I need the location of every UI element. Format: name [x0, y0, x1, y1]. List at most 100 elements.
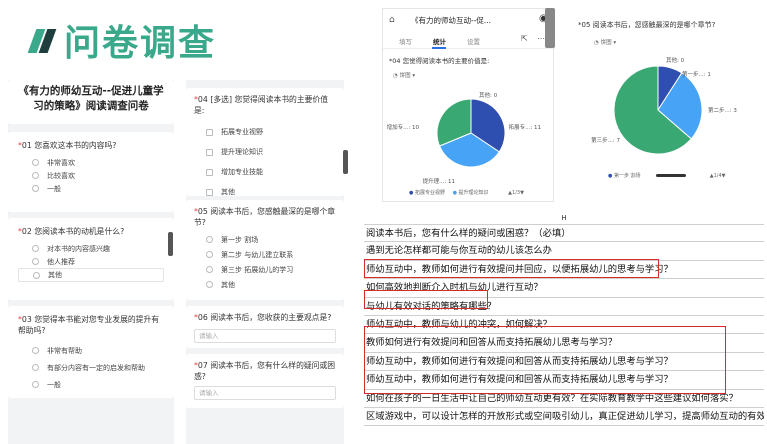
q2-option-1[interactable]: 对本书的内容感兴趣 [18, 242, 164, 255]
pie-label: 其他: 0 [479, 91, 498, 99]
question-7-card: *07 阅读本书后，您有什么样的疑问或困惑? 请输入 [186, 354, 344, 408]
phone1-title: 《有力的师幼互动--促... [411, 16, 492, 25]
home-icon[interactable]: ⌂ [389, 15, 395, 25]
question-3-title: *03 您觉得本书能对您专业发展的提升有帮助吗? [18, 315, 160, 335]
question-4-card: *04 [多选] 您觉得阅读本书的主要价值是: 拓展专业视野 提升理论知识 增加… [186, 88, 344, 196]
phone2-chart-type[interactable]: ◔ 饼图 ▾ [594, 38, 616, 46]
phone1-pager[interactable]: ▲1/3▼ [508, 190, 524, 196]
radio-icon [206, 281, 213, 288]
triangle-down-icon: ▼ [520, 190, 524, 196]
question-2-title: *02 您阅读本书的动机是什么? [18, 227, 125, 236]
pie-chart-q5: 第一步...: 1 第二步...: 3 第三步...: 7 其他: 0 [591, 56, 737, 155]
pie-label: 第一步...: 1 [682, 70, 711, 78]
q2-option-2[interactable]: 他人推荐 [18, 255, 164, 268]
q4-option-3[interactable]: 增加专业技能 [206, 162, 336, 182]
table-row: 区域游戏中，可以设计怎样的开放形式或空间吸引幼儿，真正促进幼儿学习，提高师幼互动… [364, 408, 764, 427]
q3-option-1[interactable]: 非常有帮助 [32, 342, 164, 359]
pie-label: 拓展专...: 11 [509, 123, 541, 131]
q4-option-1[interactable]: 拓展专业视野 [206, 122, 336, 142]
q3-option-3[interactable]: 一般 [32, 376, 164, 393]
radio-icon [32, 364, 39, 371]
pie-chart-q4: 拓展专...: 11 提升理...: 11 增加专...: 10 其他: 0 [387, 91, 541, 185]
phone1-chart-type[interactable]: ◔ 饼图 ▾ [393, 71, 415, 79]
legend-dot-icon: ● [409, 190, 414, 196]
legend-dot-icon: ● [452, 190, 457, 196]
pie-label: 增加专...: 10 [387, 123, 420, 131]
survey-title: 《有力的师幼互动--促进儿童学习的策略》阅读调查问卷 [18, 85, 164, 112]
radio-icon [206, 236, 213, 243]
page-title: 问卷调查 [64, 23, 217, 64]
phone2-question: *05 阅读本书后，您感触最深的是哪个章节? [578, 21, 716, 29]
slide-title: 问卷调查 [27, 14, 217, 66]
question-6-title: *06 阅读本书后，您收获的主要观点是? [194, 313, 332, 322]
pie-label: 其他: 0 [666, 56, 685, 64]
chevron-down-icon: ▾ [412, 73, 416, 79]
column-header: H [561, 214, 567, 222]
survey-column-left: 《有力的师幼互动--促进儿童学习的策略》阅读调查问卷 *01 您喜欢这本书的内容… [8, 80, 174, 444]
question-7-title: *07 阅读本书后，您有什么样的疑问或困惑? [194, 361, 336, 381]
q3-option-2[interactable]: 有部分内容有一定的启发和帮助 [32, 359, 164, 376]
pie-label: 提升理...: 11 [423, 177, 455, 185]
question-6-card: *06 阅读本书后，您收获的主要观点是? 请输入 [186, 306, 344, 348]
question-4-title: *04 [多选] 您觉得阅读本书的主要价值是: [194, 95, 329, 115]
right-drag-handle[interactable] [343, 150, 348, 174]
survey-column-right: *04 [多选] 您觉得阅读本书的主要价值是: 拓展专业视野 提升理论知识 增加… [186, 80, 344, 444]
tab-fill[interactable]: 填写 [399, 36, 412, 46]
phone1-tabbar: 填写 统计 设置 ⇱ ⋯ [383, 31, 555, 49]
q5-option-4[interactable]: 其他 [206, 277, 336, 292]
chevron-down-icon: ▾ [613, 40, 617, 46]
q2-option-3[interactable]: 其他 [18, 268, 164, 282]
radio-icon [32, 347, 39, 354]
q6-input[interactable]: 请输入 [194, 329, 336, 343]
question-5-title: *05 阅读本书后，您感触最深的是哪个章节? [194, 207, 336, 227]
stats-phone-screenshot-1: ⌂ 《有力的师幼互动--促... ◉ 填写 统计 设置 ⇱ ⋯ *04 您觉得阅… [382, 8, 555, 202]
radio-icon [206, 251, 213, 258]
q1-option-2[interactable]: 比较喜欢 [32, 169, 164, 182]
q5-option-1[interactable]: 第一步 割场 [206, 232, 336, 247]
pie-label: 第二步...: 3 [708, 106, 737, 114]
question-3-card: *03 您觉得本书能对您专业发展的提升有帮助吗? 非常有帮助 有部分内容有一定的… [8, 306, 174, 398]
radio-icon [32, 185, 39, 192]
chart-type-icon: ◔ [393, 73, 398, 79]
question-2-card: *02 您阅读本书的动机是什么? 对本书的内容感兴趣 他人推荐 其他 [8, 218, 174, 300]
table-row: 阅读本书后，您有什么样的疑问或困惑？（必填） [364, 224, 764, 243]
question-5-card: *05 阅读本书后，您感触最深的是哪个章节? 第一步 割场 第二步 与幼儿建立联… [186, 200, 344, 300]
q7-input[interactable]: 请输入 [194, 386, 336, 400]
left-drag-handle[interactable] [168, 232, 173, 256]
radio-icon [32, 381, 39, 388]
tab-stats[interactable]: 统计 [433, 36, 446, 46]
chart-type-icon: ◔ [594, 40, 599, 46]
highlight-box-1 [364, 259, 659, 278]
share-icon[interactable]: ⇱ [521, 34, 528, 43]
more-icon[interactable]: ⋯ [537, 34, 545, 43]
home-indicator [656, 174, 687, 177]
q1-option-1[interactable]: 非常喜欢 [32, 156, 164, 169]
q1-option-3[interactable]: 一般 [32, 182, 164, 195]
checkbox-icon [206, 168, 213, 176]
question-1-card: *01 您喜欢这本书的内容吗? 非常喜欢 比较喜欢 一般 [8, 132, 174, 212]
active-tab-indicator [432, 47, 446, 49]
title-logo-icon [27, 25, 58, 55]
checkbox-icon [206, 128, 213, 136]
radio-icon [206, 266, 213, 273]
question-1-title: *01 您喜欢这本书的内容吗? [18, 141, 117, 150]
tab-settings[interactable]: 设置 [467, 36, 480, 46]
q5-option-2[interactable]: 第二步 与幼儿建立联系 [206, 247, 336, 262]
highlight-box-2 [364, 290, 488, 309]
slide: 问卷调查 《有力的师幼互动--促进儿童学习的策略》阅读调查问卷 *01 您喜欢这… [0, 0, 767, 444]
triangle-down-icon: ▼ [721, 173, 726, 179]
radio-icon [32, 172, 39, 179]
phone1-scroll-handle[interactable] [545, 8, 555, 48]
radio-icon [32, 159, 39, 166]
phone1-question: *04 您觉得阅读本书的主要价值是: [389, 57, 490, 65]
q4-option-2[interactable]: 提升理论知识 [206, 142, 336, 162]
phone2-pager[interactable]: ▲1/4▼ [710, 173, 726, 179]
radio-icon [33, 271, 40, 279]
radio-icon [32, 245, 39, 252]
survey-title-card: 《有力的师幼互动--促进儿童学习的策略》阅读调查问卷 [8, 80, 174, 124]
q4-option-4[interactable]: 其他 [206, 182, 336, 202]
highlight-box-3 [364, 326, 726, 394]
q5-option-3[interactable]: 第三步 拓展幼儿的学习 [206, 262, 336, 277]
radio-icon [32, 258, 39, 265]
legend-dot-icon: ● [608, 173, 613, 179]
